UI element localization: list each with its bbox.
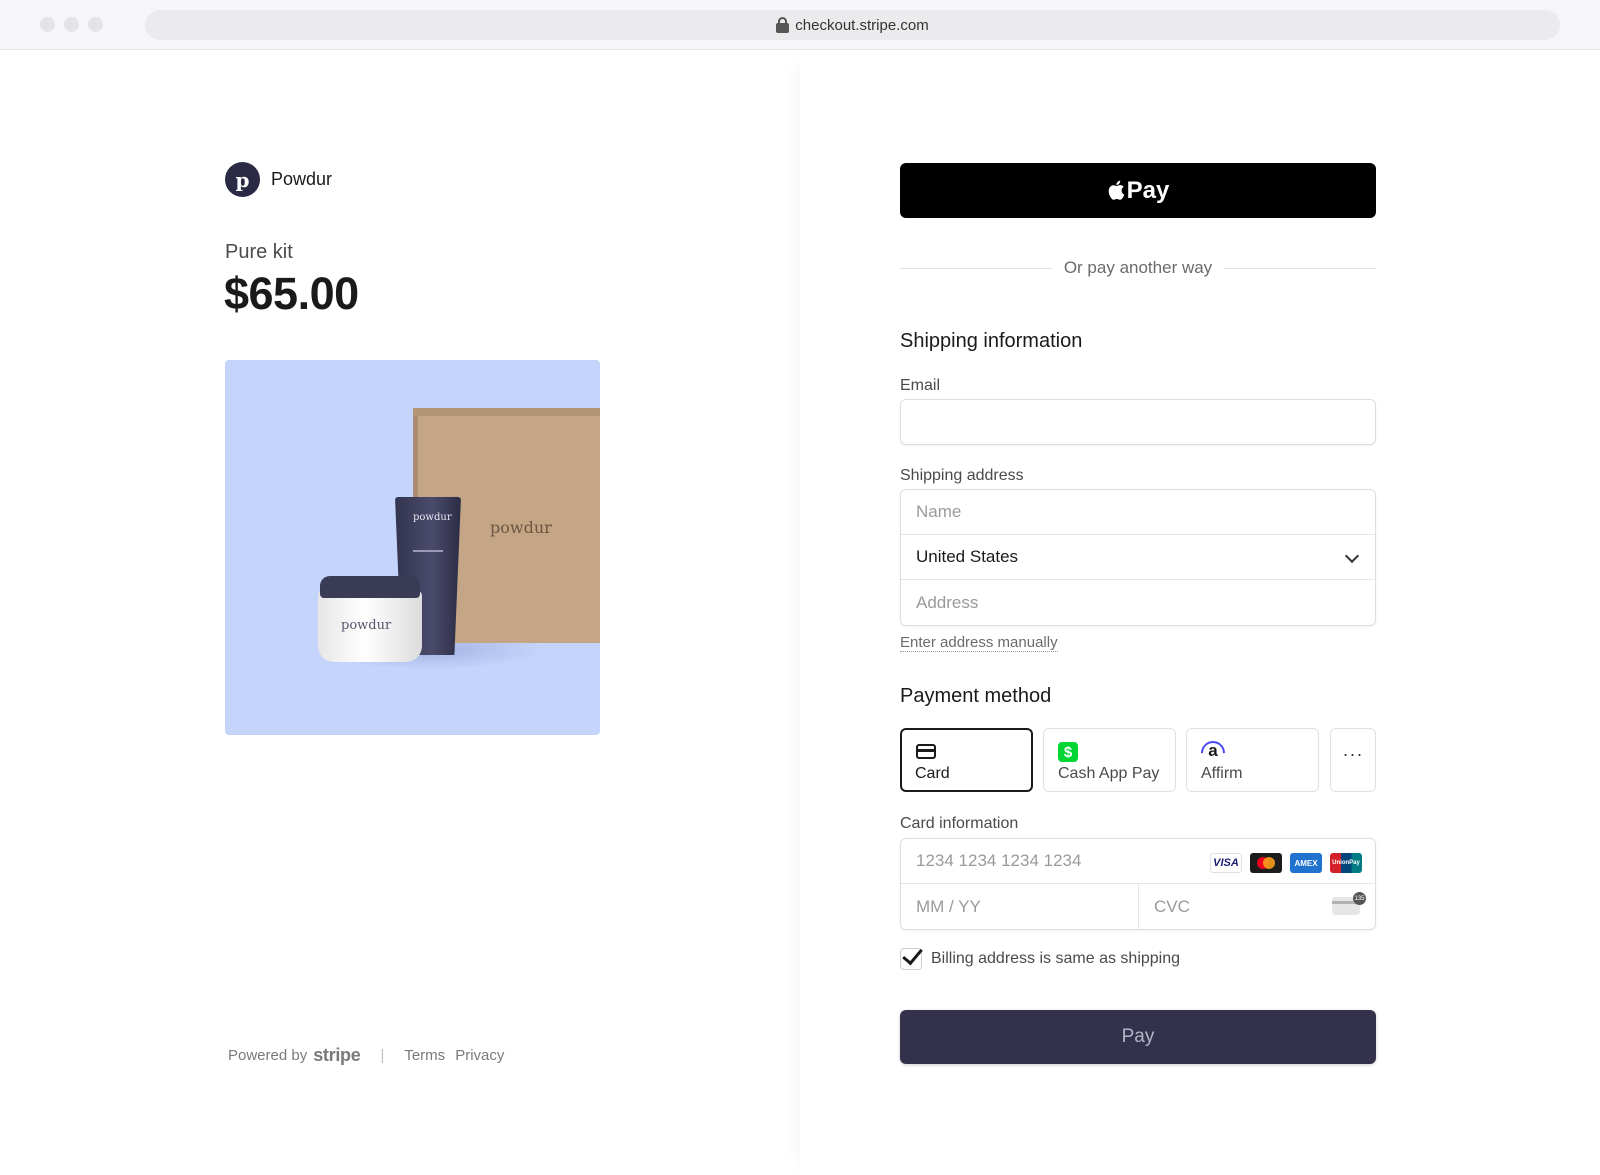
card-information-label: Card information: [900, 815, 1019, 832]
address-bar[interactable]: checkout.stripe.com: [145, 10, 1560, 40]
close-window-dot[interactable]: [40, 17, 55, 32]
lock-icon: [776, 17, 790, 33]
tab-affirm-label: Affirm: [1201, 765, 1243, 782]
tab-card-label: Card: [915, 765, 950, 782]
email-field[interactable]: [900, 399, 1376, 445]
affirm-icon: a: [1208, 741, 1218, 760]
shipping-address-label: Shipping address: [900, 467, 1024, 484]
payment-method-title: Payment method: [900, 685, 1052, 707]
expiry-cvc-row: MM / YY CVC 135: [901, 884, 1375, 929]
maximize-window-dot[interactable]: [88, 17, 103, 32]
unionpay-icon: UnionPay: [1330, 853, 1362, 873]
tab-card[interactable]: Card: [900, 728, 1033, 792]
pay-button-label: Pay: [1121, 1026, 1155, 1047]
merchant-logo: p: [225, 162, 260, 197]
more-icon: ···: [1342, 744, 1364, 764]
checkout-footer: Powered by stripe | Terms Privacy: [228, 1045, 514, 1066]
product-jar-lid: [320, 576, 420, 598]
cvc-card-icon: 135: [1332, 892, 1366, 915]
card-number-placeholder: 1234 1234 1234 1234: [916, 851, 1082, 870]
enter-address-manually-link[interactable]: Enter address manually: [900, 634, 1058, 652]
cash-app-icon: $: [1058, 742, 1078, 762]
expiry-field[interactable]: MM / YY: [901, 884, 1139, 929]
merchant-header[interactable]: p Powdur: [225, 162, 332, 197]
country-value: United States: [916, 547, 1019, 566]
footer-separator: |: [380, 1047, 385, 1064]
address-field[interactable]: Address: [901, 580, 1375, 625]
shipping-address-group: Name United States Address: [900, 489, 1376, 626]
expiry-placeholder: MM / YY: [916, 896, 981, 916]
jar-label: powdur: [341, 618, 392, 633]
shipping-title: Shipping information: [900, 330, 1083, 352]
mastercard-icon: [1250, 853, 1282, 873]
tube-label: powdur: [413, 512, 452, 523]
billing-same-label[interactable]: Billing address is same as shipping: [931, 950, 1180, 968]
or-divider: Or pay another way: [900, 258, 1377, 278]
more-payment-methods-button[interactable]: ···: [1330, 728, 1376, 792]
cvc-badge: 135: [1353, 892, 1366, 905]
terms-link[interactable]: Terms: [404, 1047, 445, 1064]
name-field[interactable]: Name: [901, 490, 1375, 535]
country-select[interactable]: United States: [901, 535, 1375, 580]
tab-cash-app-pay[interactable]: $ Cash App Pay: [1043, 728, 1176, 792]
card-information-group: 1234 1234 1234 1234 MM / YY CVC 135: [900, 838, 1376, 930]
billing-same-checkbox[interactable]: [900, 948, 922, 970]
card-icon: [916, 744, 936, 759]
product-image: powdur powdur powdur: [225, 360, 600, 735]
product-price: $65.00: [224, 268, 359, 319]
visa-icon: VISA: [1210, 853, 1242, 873]
powered-by-text: Powered by: [228, 1047, 308, 1064]
privacy-link[interactable]: Privacy: [455, 1047, 504, 1064]
minimize-window-dot[interactable]: [64, 17, 79, 32]
tab-cash-app-label: Cash App Pay: [1058, 765, 1160, 782]
merchant-name: Powdur: [271, 169, 333, 189]
chevron-down-icon: [1344, 548, 1360, 564]
amex-icon: AMEX: [1290, 853, 1322, 873]
email-label: Email: [900, 377, 941, 394]
apple-pay-button[interactable]: Pay: [900, 163, 1376, 218]
stripe-logo[interactable]: stripe: [313, 1045, 361, 1066]
url-text: checkout.stripe.com: [795, 16, 929, 34]
browser-toolbar: checkout.stripe.com: [0, 0, 1600, 50]
email-value: [901, 400, 1375, 444]
product-name: Pure kit: [225, 241, 293, 263]
box-label: powdur: [490, 518, 552, 537]
pay-button[interactable]: Pay: [900, 1010, 1376, 1064]
apple-icon: [1108, 180, 1124, 200]
cvc-field[interactable]: CVC 135: [1139, 884, 1375, 929]
tab-affirm[interactable]: a Affirm: [1186, 728, 1319, 792]
divider-text: Or pay another way: [1063, 258, 1213, 277]
apple-pay-label: Pay: [1126, 176, 1170, 204]
cvc-placeholder: CVC: [1154, 896, 1190, 916]
